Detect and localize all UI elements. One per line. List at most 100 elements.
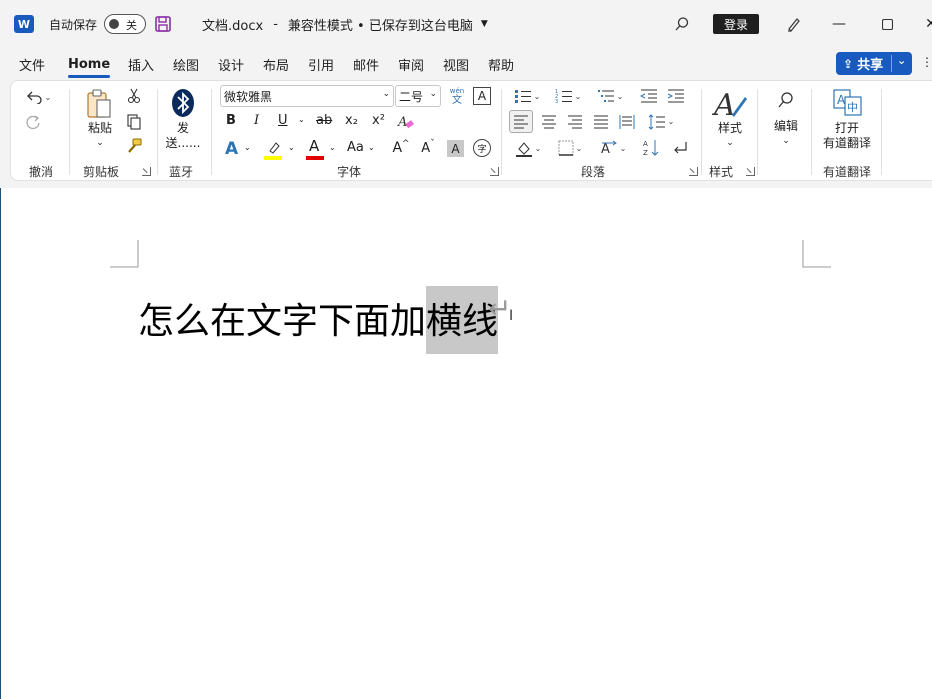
chevron-down-icon[interactable]: ⌄ [91, 136, 109, 151]
line-spacing-icon[interactable]: ⌄ [644, 110, 678, 133]
more-options-icon[interactable]: ⋮ [921, 55, 932, 69]
edit-label[interactable]: 编辑 [768, 119, 804, 134]
tab-layout[interactable]: 布局 [263, 48, 289, 80]
chevron-down-icon: ⌄ [44, 92, 52, 102]
tab-review[interactable]: 审阅 [398, 48, 424, 80]
svg-text:A: A [643, 140, 648, 148]
change-case-button[interactable]: Aa [347, 140, 364, 155]
chevron-down-icon[interactable]: ⌄ [288, 143, 295, 152]
tab-design[interactable]: 设计 [218, 48, 244, 80]
borders-icon[interactable]: ⌄ [553, 137, 587, 159]
styles-icon[interactable]: A [711, 87, 749, 121]
login-button[interactable]: 登录 [713, 0, 759, 48]
chevron-down-icon[interactable]: ⌄ [897, 54, 906, 67]
numbering-icon[interactable]: 123 ⌄ [552, 87, 584, 105]
superscript-button[interactable]: x² [372, 113, 385, 128]
underline-button[interactable]: U [278, 113, 288, 128]
highlight-color-bar [264, 156, 282, 160]
share-button[interactable]: ⇪ 共享 ⌄ [836, 52, 912, 75]
paragraph-launcher-icon[interactable] [689, 167, 698, 176]
chevron-down-icon[interactable]: ⌄ [298, 115, 305, 124]
font-name-select[interactable]: 微软雅黑 ⌄ [220, 85, 394, 107]
svg-text:Z: Z [643, 149, 648, 157]
phonetic-guide-icon[interactable]: wén 文 [447, 84, 467, 108]
format-painter-icon[interactable] [125, 137, 143, 155]
character-border-icon[interactable]: A [473, 87, 491, 105]
italic-button[interactable]: I [254, 113, 259, 128]
tab-help[interactable]: 帮助 [488, 48, 514, 80]
bluetooth-icon[interactable] [169, 87, 197, 119]
justify-icon[interactable] [590, 110, 612, 133]
group-divider [757, 89, 758, 175]
cut-icon[interactable] [125, 87, 143, 105]
paste-icon[interactable] [84, 87, 114, 121]
minimize-icon[interactable]: — [832, 0, 846, 48]
phonetic-top: wén [449, 86, 465, 95]
pen-icon[interactable] [784, 0, 804, 48]
align-center-icon[interactable] [538, 110, 560, 133]
strikethrough-button[interactable]: ab [316, 113, 332, 128]
chevron-down-icon[interactable]: ⌄ [329, 143, 336, 152]
document-title[interactable]: 文档.docx - 兼容性模式 • 已保存到这台电脑 ▼ [202, 0, 488, 48]
youdao-open-label[interactable]: 打开 [823, 121, 871, 136]
font-color-button[interactable]: A [309, 137, 319, 155]
increase-indent-icon[interactable] [666, 87, 686, 105]
redo-icon[interactable] [23, 113, 43, 133]
show-marks-icon[interactable] [669, 137, 691, 159]
tab-mailings[interactable]: 邮件 [353, 48, 379, 80]
maximize-icon[interactable] [880, 0, 894, 48]
youdao-translate-label[interactable]: 有道翻译 [817, 136, 877, 151]
styles-label[interactable]: 样式 [711, 121, 749, 136]
group-label-bluetooth: 蓝牙 [168, 165, 193, 179]
group-label-styles: 样式 [708, 165, 733, 179]
font-size-select[interactable]: 二号 ⌄ [395, 85, 441, 107]
text-effects-button[interactable]: A [225, 139, 238, 159]
group-label-youdao: 有道翻译 [822, 165, 871, 179]
font-launcher-icon[interactable] [490, 167, 499, 176]
distributed-icon[interactable] [616, 110, 638, 133]
clear-formatting-icon[interactable]: A [396, 112, 416, 132]
clipboard-launcher-icon[interactable] [142, 167, 151, 176]
document-paragraph[interactable]: 怎么在文字下面加横线 [138, 286, 499, 354]
tab-view[interactable]: 视图 [443, 48, 469, 80]
word-logo: W [14, 0, 36, 48]
tab-file[interactable]: 文件 [19, 48, 45, 80]
shrink-font-icon[interactable]: Aˇ [418, 139, 438, 157]
shading-icon[interactable]: ⌄ [511, 137, 545, 159]
undo-button[interactable]: ⌄ [23, 87, 55, 107]
chevron-down-icon[interactable]: ⌄ [244, 143, 251, 152]
tab-home[interactable]: Home [68, 48, 111, 80]
font-size-value: 二号 [399, 89, 424, 104]
margin-corner-top-right [802, 240, 831, 268]
tab-draw[interactable]: 绘图 [173, 48, 199, 80]
word-logo-icon: W [14, 15, 34, 33]
search-icon[interactable] [775, 89, 797, 111]
character-shading-icon[interactable]: A [447, 140, 464, 157]
search-icon[interactable] [672, 0, 692, 48]
subscript-button[interactable]: x₂ [345, 113, 358, 128]
save-icon[interactable] [154, 0, 172, 48]
close-icon[interactable]: ✕ [924, 0, 932, 48]
bold-button[interactable]: B [226, 113, 236, 128]
tab-references[interactable]: 引用 [308, 48, 334, 80]
enclose-characters-icon[interactable]: 字 [473, 139, 491, 157]
grow-font-icon[interactable]: A ^ [391, 139, 411, 157]
styles-launcher-icon[interactable] [746, 167, 755, 176]
translate-icon[interactable]: A中 [831, 87, 863, 117]
chevron-down-icon[interactable]: ⌄ [777, 134, 795, 149]
sort-icon[interactable]: AZ [640, 137, 662, 159]
align-right-icon[interactable] [564, 110, 586, 133]
chevron-down-icon[interactable]: ⌄ [721, 136, 739, 151]
bullets-icon[interactable]: ⌄ [511, 87, 543, 105]
decrease-indent-icon[interactable] [639, 87, 659, 105]
send-label[interactable]: 发送...... [161, 121, 205, 151]
chinese-layout-icon[interactable]: A ⌄ [596, 137, 630, 159]
tab-insert[interactable]: 插入 [128, 48, 154, 80]
autosave-toggle[interactable]: 关 [104, 0, 146, 48]
copy-icon[interactable] [125, 113, 143, 131]
paste-label[interactable]: 粘贴 [83, 121, 117, 136]
multilevel-list-icon[interactable]: ⌄ [594, 87, 626, 105]
svg-text:A: A [712, 88, 736, 121]
chevron-down-icon[interactable]: ⌄ [368, 143, 375, 152]
align-left-icon[interactable] [509, 110, 533, 133]
